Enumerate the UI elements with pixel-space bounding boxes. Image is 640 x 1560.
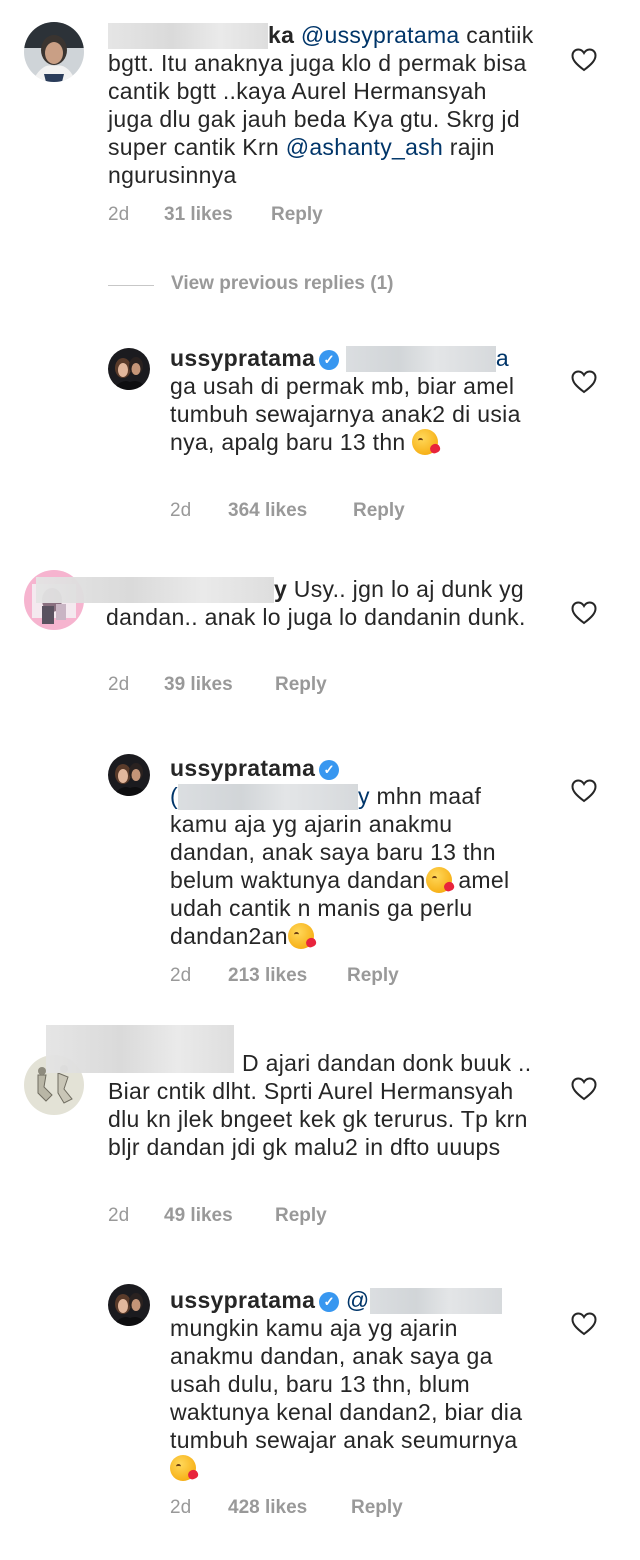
avatar[interactable]: [108, 1284, 150, 1326]
view-previous-replies-label[interactable]: View previous replies (1): [171, 273, 393, 295]
like-heart-icon[interactable]: [571, 601, 597, 625]
face-blowing-kiss-emoji: [425, 867, 452, 893]
comment-2: y Usy.. jgn lo aj dunk yg dandan.. anak …: [0, 560, 640, 710]
reply-text: ussypratama ✓ @ mungkin kamu aja yg ajari…: [170, 1286, 540, 1482]
mention-suffix[interactable]: y: [358, 783, 370, 809]
comment-text: y Usy.. jgn lo aj dunk yg dandan.. anak …: [36, 575, 536, 631]
timestamp: 2d: [170, 965, 192, 986]
redacted-mention: [177, 784, 358, 810]
verified-badge-icon: ✓: [319, 760, 340, 780]
verified-badge-icon: ✓: [319, 1292, 340, 1312]
reply-3: ussypratama ✓ @ mungkin kamu aja yg ajari…: [0, 1272, 640, 1542]
reply-button[interactable]: Reply: [275, 1205, 327, 1227]
reply-button[interactable]: Reply: [353, 500, 405, 522]
comment-text-line1: Usy.. jgn lo aj dunk: [287, 576, 493, 602]
reply-body: ga usah di permak mb, biar amel tumbuh s…: [170, 373, 521, 455]
divider-line: [108, 285, 154, 286]
face-blowing-kiss-emoji: [170, 1455, 196, 1481]
username[interactable]: ussypratama: [170, 345, 315, 371]
likes-count[interactable]: 31 likes: [164, 204, 233, 226]
view-previous-replies[interactable]: View previous replies (1): [108, 273, 508, 299]
like-heart-icon[interactable]: [571, 370, 597, 394]
timestamp: 2d: [108, 674, 130, 695]
timestamp: 2d: [108, 1205, 130, 1226]
comment-text-line1: D ajari dandan donk: [242, 1050, 454, 1076]
verified-badge-icon: ✓: [319, 350, 340, 370]
avatar[interactable]: [108, 754, 150, 796]
likes-count[interactable]: 49 likes: [164, 1205, 233, 1227]
username[interactable]: ussypratama: [170, 755, 315, 781]
timestamp: 2d: [108, 204, 130, 225]
mention-link[interactable]: @ashanty_ash: [286, 134, 443, 160]
like-heart-icon[interactable]: [571, 48, 597, 72]
mention-link[interactable]: @ussypratama: [301, 22, 460, 48]
likes-count[interactable]: 428 likes: [228, 1497, 307, 1519]
mention-prefix[interactable]: @: [346, 1287, 370, 1313]
like-heart-icon[interactable]: [571, 779, 597, 803]
mention-prefix[interactable]: (: [170, 783, 178, 809]
timestamp: 2d: [170, 500, 192, 521]
username[interactable]: y: [274, 576, 287, 602]
reply-1: ussypratama ✓ a ga usah di permak mb, bia…: [0, 330, 640, 530]
comment-1: ka @ussypratama cantiik bgtt. Itu anakny…: [0, 0, 640, 240]
avatar[interactable]: [108, 348, 150, 390]
reply-text: ussypratama ✓ (y mhn maaf kamu aja yg aja…: [170, 754, 540, 950]
likes-count[interactable]: 39 likes: [164, 674, 233, 696]
mention-suffix[interactable]: a: [496, 345, 509, 371]
reply-button[interactable]: Reply: [351, 1497, 403, 1519]
redacted-mention: [345, 346, 496, 372]
reply-2: ussypratama ✓ (y mhn maaf kamu aja yg aja…: [0, 740, 640, 1000]
like-heart-icon[interactable]: [571, 1077, 597, 1101]
reply-button[interactable]: Reply: [347, 965, 399, 987]
comment-text-line1: cantiik: [459, 22, 534, 48]
reply-body: mungkin kamu aja yg ajarin anakmu dandan…: [170, 1315, 523, 1453]
face-blowing-kiss-emoji: [287, 923, 314, 949]
reply-button[interactable]: Reply: [275, 674, 327, 696]
comment-text: D ajari dandan donk buuk .. Biar cntik d…: [108, 1049, 538, 1161]
likes-count[interactable]: 213 likes: [228, 965, 307, 987]
redacted-username: [36, 577, 274, 603]
comment-text: ka @ussypratama cantiik bgtt. Itu anakny…: [108, 21, 538, 189]
likes-count[interactable]: 364 likes: [228, 500, 307, 522]
reply-text-line1: mhn maaf: [369, 783, 482, 809]
reply-button[interactable]: Reply: [271, 204, 323, 226]
redacted-mention: [369, 1288, 502, 1314]
avatar[interactable]: [24, 22, 84, 82]
like-heart-icon[interactable]: [571, 1312, 597, 1336]
redacted-username: [108, 23, 268, 49]
username[interactable]: ussypratama: [170, 1287, 315, 1313]
username[interactable]: ka: [268, 22, 294, 48]
face-blowing-kiss-emoji: [412, 429, 439, 455]
timestamp: 2d: [170, 1497, 192, 1518]
reply-text: ussypratama ✓ a ga usah di permak mb, bia…: [170, 344, 540, 456]
comment-3: D ajari dandan donk buuk .. Biar cntik d…: [0, 1020, 640, 1240]
